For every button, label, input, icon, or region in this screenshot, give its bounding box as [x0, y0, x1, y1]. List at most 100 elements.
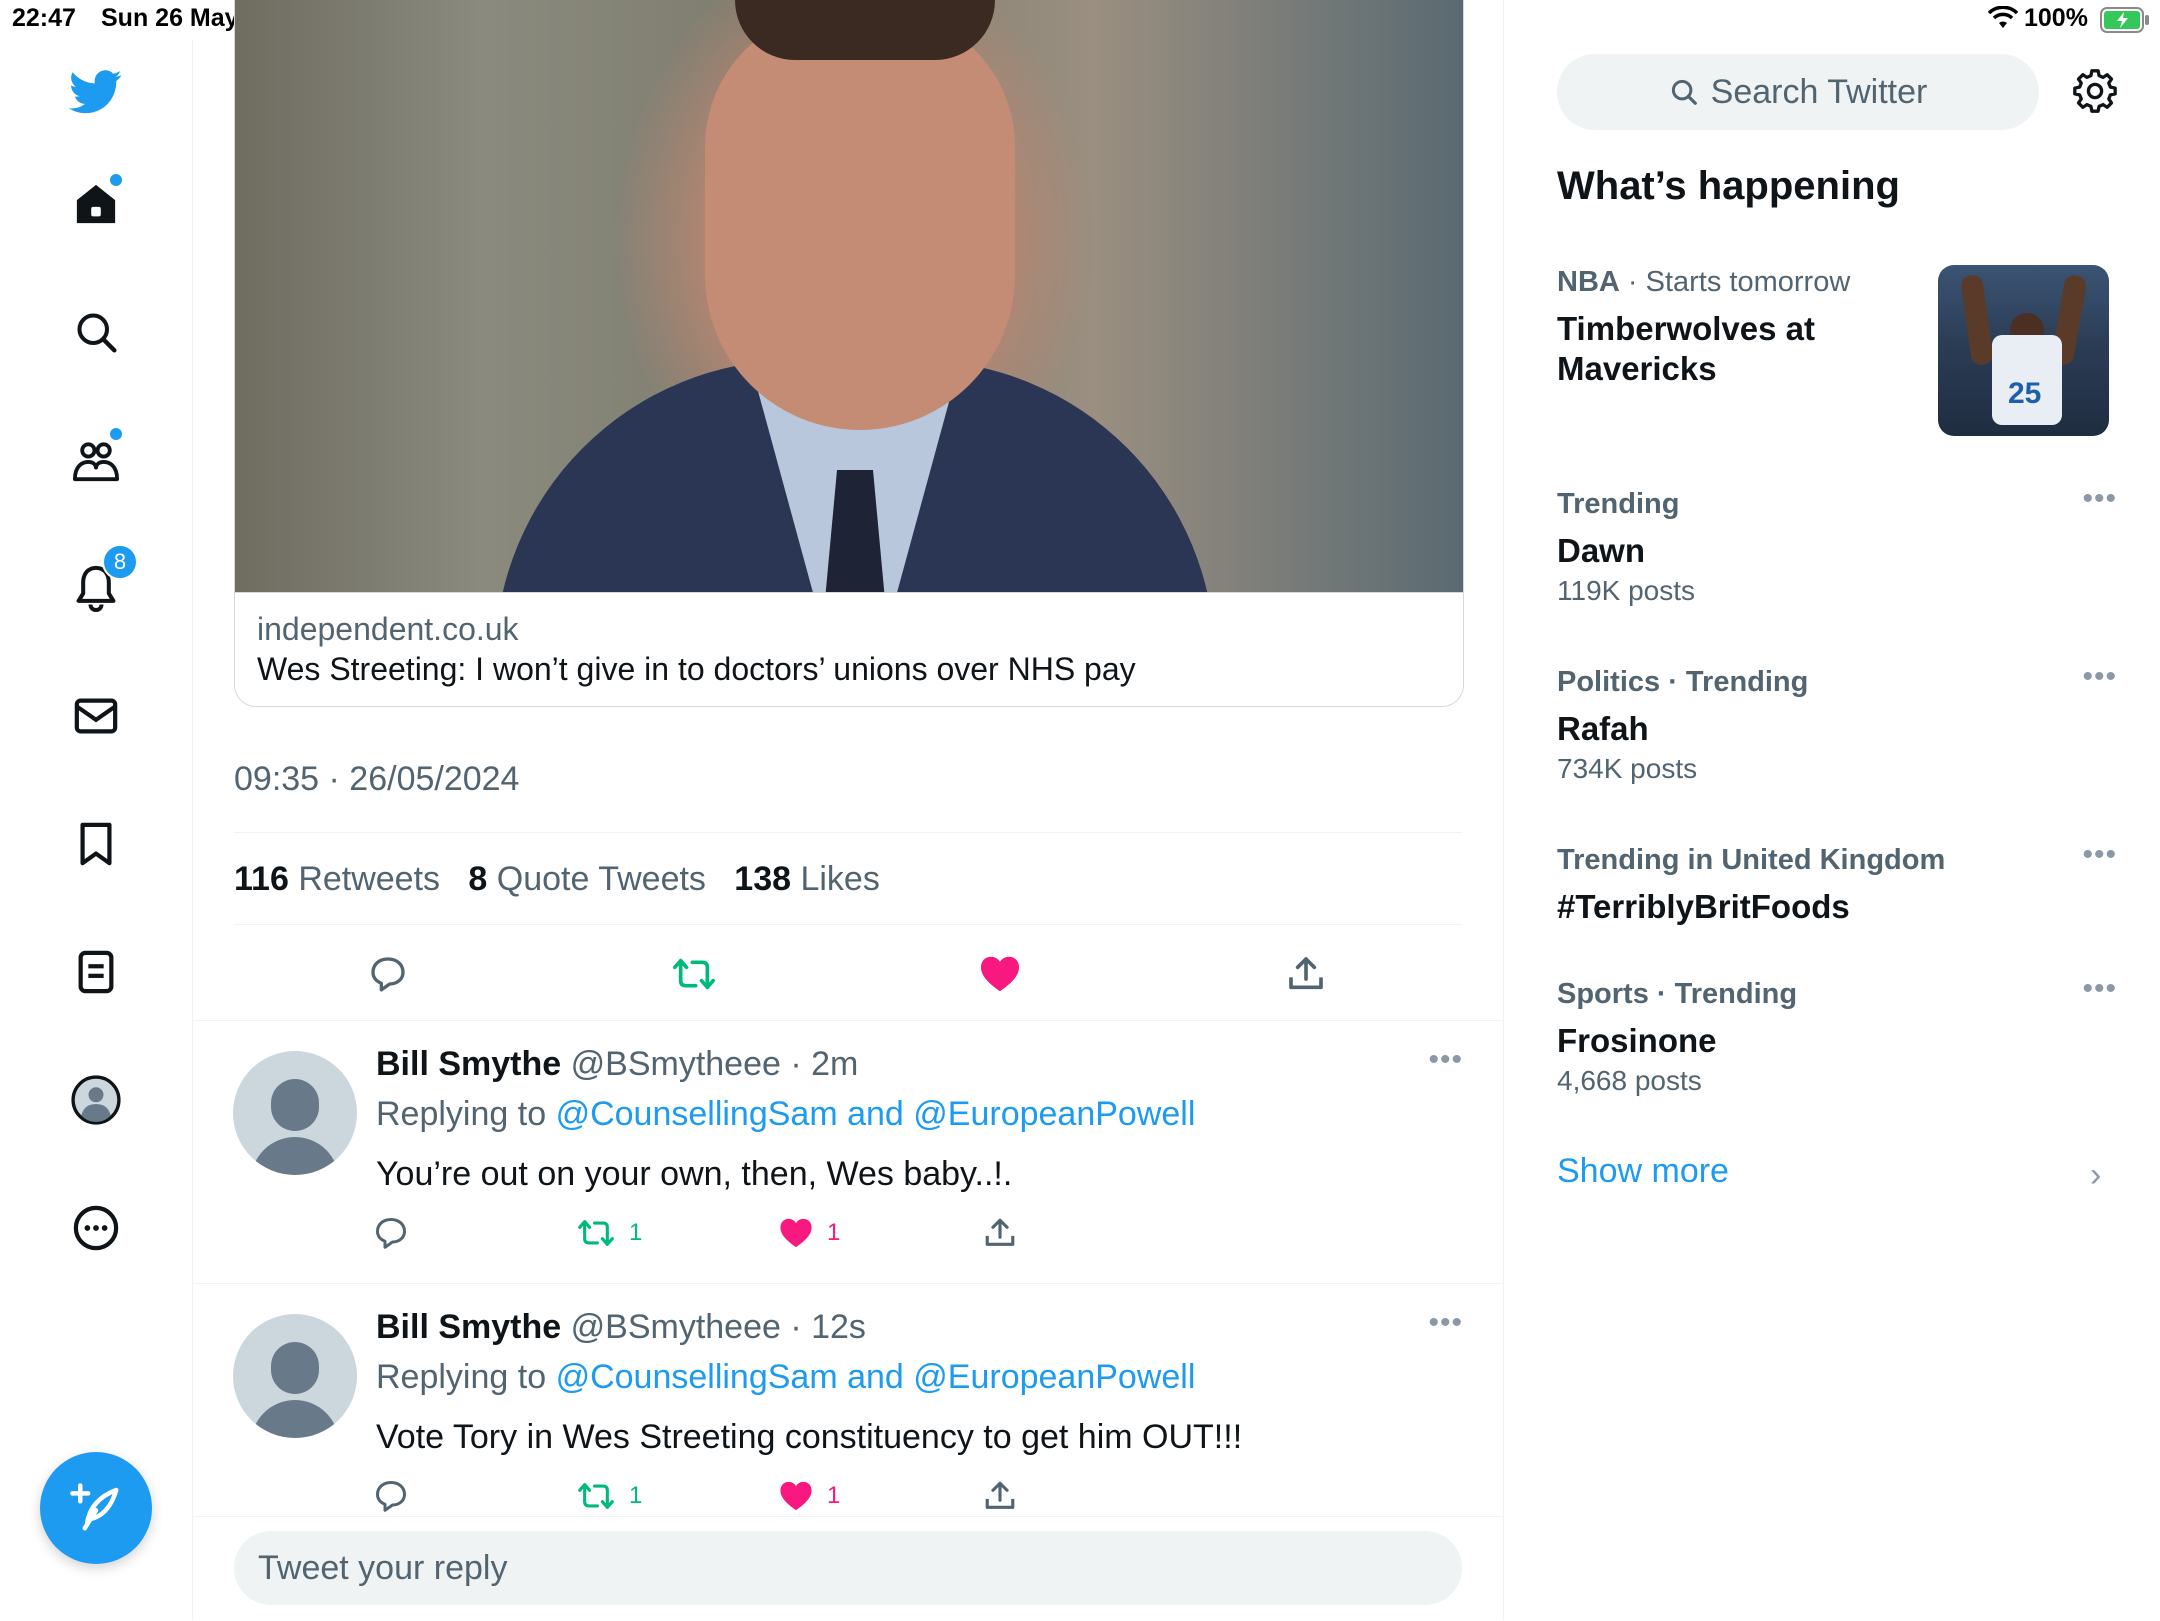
retweet-count: 1 [629, 1482, 643, 1509]
reply-author-name[interactable]: Bill Smythe [376, 1045, 561, 1083]
reply-header: Bill Smythe @BSmytheee · 2m [376, 1045, 858, 1084]
trend-meta: Sports · Trending [1557, 978, 2117, 1011]
trend-category: NBA [1557, 266, 1620, 298]
link-card[interactable]: independent.co.uk Wes Streeting: I won’t… [234, 0, 1464, 707]
search-icon[interactable] [66, 302, 126, 362]
sidebar-title: What’s happening [1557, 164, 1900, 208]
like-action[interactable]: 1 [779, 1476, 840, 1516]
reply-header: Bill Smythe @BSmytheee · 12s [376, 1308, 866, 1347]
mail-icon[interactable] [66, 686, 126, 746]
trend-item[interactable]: Trending in United Kingdom #TerriblyBrit… [1557, 838, 2117, 927]
reply-author-name[interactable]: Bill Smythe [376, 1308, 561, 1346]
trend-category: Trending [1557, 488, 1680, 520]
trend-image: 25 [1938, 265, 2109, 436]
share-icon[interactable] [1284, 952, 1328, 996]
like-count: 1 [827, 1219, 841, 1246]
link-card-meta: independent.co.uk Wes Streeting: I won’t… [235, 592, 1463, 706]
retweet-action[interactable]: 1 [577, 1476, 642, 1516]
reply-tweet[interactable]: Bill Smythe @BSmytheee · 12s ••• Replyin… [193, 1283, 1503, 1546]
replying-to: Replying to @CounsellingSam and @Europea… [376, 1358, 1195, 1397]
reply-bar [193, 1516, 1503, 1621]
avatar-icon[interactable] [66, 1070, 126, 1130]
reply-icon[interactable] [373, 1476, 409, 1516]
search-icon [1671, 79, 1697, 105]
reply-text: You’re out on your own, then, Wes baby..… [376, 1155, 1013, 1193]
replying-prefix: Replying to [376, 1095, 547, 1133]
show-more-link[interactable]: Show more [1557, 1152, 1729, 1191]
more-options-icon[interactable]: ••• [2082, 838, 2117, 872]
trend-title: Rafah [1557, 710, 1649, 747]
bell-icon[interactable]: 8 [66, 544, 138, 618]
status-time: 22:47 [12, 4, 76, 32]
trend-category: Trending in United Kingdom [1557, 844, 1946, 876]
more-options-icon[interactable]: ••• [2082, 972, 2117, 1006]
like-icon[interactable] [978, 952, 1022, 996]
likes-label: Likes [800, 860, 880, 898]
trend-title: #TerriblyBritFoods [1557, 888, 1850, 925]
like-icon [780, 1218, 812, 1248]
trend-item[interactable]: Trending Dawn 119K posts ••• [1557, 482, 2117, 607]
quotes-count: 8 [468, 860, 488, 898]
reply-input[interactable] [234, 1531, 1462, 1605]
reply-text: Vote Tory in Wes Streeting constituency … [376, 1418, 1243, 1456]
home-icon[interactable] [66, 174, 126, 234]
trend-category: Politics · Trending [1557, 666, 1809, 698]
trend-meta: Trending in United Kingdom [1557, 844, 2117, 877]
link-card-title: Wes Streeting: I won’t give in to doctor… [257, 651, 1136, 687]
gear-icon[interactable] [2070, 66, 2120, 116]
more-circle-icon[interactable] [66, 1198, 126, 1258]
more-options-icon[interactable]: ••• [1428, 1043, 1463, 1077]
compose-tweet-button[interactable] [40, 1452, 152, 1564]
communities-icon[interactable] [66, 428, 126, 490]
battery-percent: 100% [2024, 4, 2088, 32]
feather-plus-icon [70, 1483, 119, 1531]
trend-count: 4,668 posts [1557, 1065, 1702, 1096]
trend-meta: Politics · Trending [1557, 666, 2117, 699]
replying-to: Replying to @CounsellingSam and @Europea… [376, 1095, 1195, 1134]
replying-to-link[interactable]: @CounsellingSam and @EuropeanPowell [556, 1095, 1196, 1133]
home-unread-dot [110, 174, 122, 186]
quotes-label: Quote Tweets [496, 860, 706, 898]
twitter-logo-icon[interactable] [66, 62, 126, 122]
more-options-icon[interactable]: ••• [2082, 482, 2117, 516]
like-icon [780, 1481, 812, 1511]
trend-item[interactable]: Politics · Trending Rafah 734K posts ••• [1557, 660, 2117, 785]
bookmark-icon[interactable] [66, 814, 126, 874]
trend-category: Sports · Trending [1557, 978, 1798, 1010]
reply-icon[interactable] [366, 952, 410, 996]
avatar[interactable] [233, 1051, 357, 1175]
reply-author-handle: @BSmytheee · 12s [570, 1308, 866, 1346]
like-action[interactable]: 1 [779, 1213, 840, 1253]
trend-item[interactable]: Sports · Trending Frosinone 4,668 posts … [1557, 972, 2117, 1097]
retweet-icon[interactable] [672, 952, 716, 996]
likes-stat[interactable]: 138 Likes [734, 860, 880, 898]
wifi-icon [1987, 5, 2019, 35]
retweet-icon [578, 1483, 614, 1509]
quotes-stat[interactable]: 8 Quote Tweets [468, 860, 706, 898]
retweet-action[interactable]: 1 [577, 1213, 642, 1253]
reply-tweet[interactable]: Bill Smythe @BSmytheee · 2m ••• Replying… [193, 1020, 1503, 1283]
divider [234, 832, 1462, 833]
like-count: 1 [827, 1482, 841, 1509]
replying-prefix: Replying to [376, 1358, 547, 1396]
search-input[interactable]: Search Twitter [1557, 54, 2039, 130]
more-options-icon[interactable]: ••• [1428, 1306, 1463, 1340]
list-icon[interactable] [66, 942, 126, 1002]
reply-author-handle: @BSmytheee · 2m [570, 1045, 859, 1083]
trend-subtitle: · Starts tomorrow [1619, 266, 1851, 298]
tweet-actions [234, 930, 1462, 1020]
avatar[interactable] [233, 1314, 357, 1438]
retweets-stat[interactable]: 116 Retweets [234, 860, 440, 898]
search-placeholder: Search Twitter [1710, 72, 1928, 111]
share-icon[interactable] [983, 1213, 1017, 1253]
link-card-domain: independent.co.uk [257, 611, 519, 647]
trend-title: Timberwolves at Mavericks [1557, 310, 1815, 387]
retweets-label: Retweets [298, 860, 441, 898]
replying-to-link[interactable]: @CounsellingSam and @EuropeanPowell [556, 1358, 1196, 1396]
tweet-timestamp[interactable]: 09:35 · 26/05/2024 [234, 760, 519, 799]
chevron-right-icon[interactable]: › [2090, 1156, 2101, 1195]
share-icon[interactable] [983, 1476, 1017, 1516]
reply-icon[interactable] [373, 1213, 409, 1253]
retweet-icon [578, 1220, 614, 1246]
more-options-icon[interactable]: ••• [2082, 660, 2117, 694]
